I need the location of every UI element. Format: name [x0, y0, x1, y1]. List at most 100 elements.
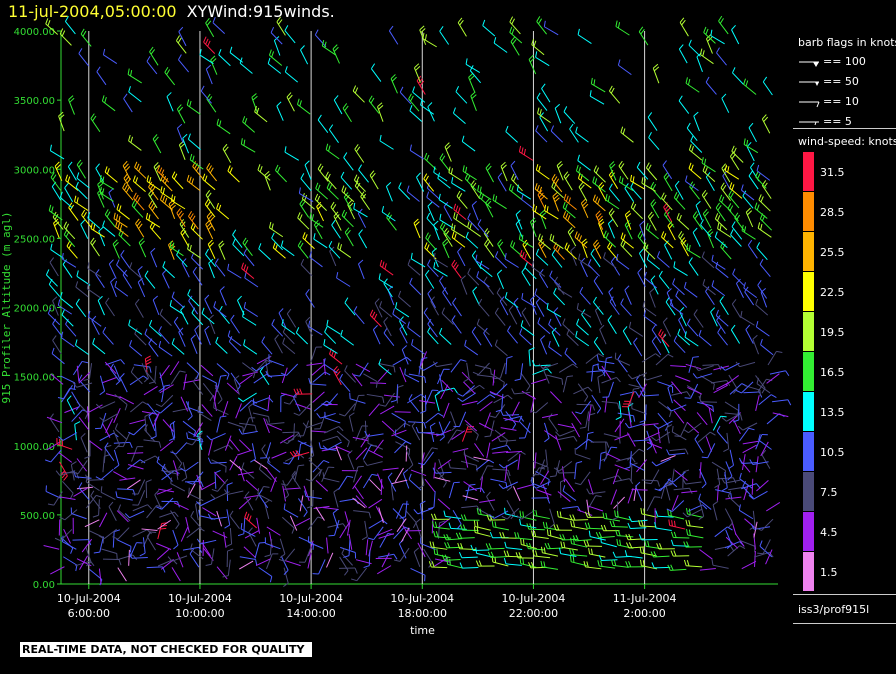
wind-barb: [657, 427, 661, 444]
wind-barb: [578, 182, 588, 202]
wind-barb: [43, 545, 60, 550]
wind-barb: [323, 358, 338, 374]
wind-barb: [354, 144, 365, 163]
wind-barb: [500, 409, 520, 416]
wind-barb: [574, 447, 591, 460]
wind-barb: [317, 114, 329, 134]
wind-barb: [687, 504, 708, 512]
wind-barb: [180, 526, 189, 542]
wind-barb: [521, 307, 531, 327]
wind-barb: [201, 481, 216, 491]
wind-barb: [226, 482, 233, 501]
y-tick-label: 4000.00: [14, 27, 55, 38]
wind-barb: [492, 194, 507, 210]
wind-barb: [673, 335, 686, 354]
wind-barb: [552, 192, 560, 212]
wind-barb: [518, 415, 531, 434]
wind-barb: [149, 319, 162, 337]
wind-barb: [636, 459, 648, 473]
wind-barb: [738, 427, 755, 442]
wind-barb: [283, 503, 299, 518]
wind-barb: [101, 376, 118, 384]
wind-barb: [419, 500, 426, 520]
wind-barb: [76, 458, 88, 472]
wind-barb: [243, 339, 258, 355]
wind-barb: [557, 283, 573, 298]
wind-barb: [102, 454, 111, 473]
wind-barb: [557, 491, 571, 502]
wind-barb: [570, 520, 588, 530]
wind-barb: [630, 201, 643, 220]
wind-barb: [540, 470, 550, 485]
wind-barb: [156, 548, 170, 561]
wind-barb: [692, 227, 701, 247]
wind-barb: [484, 239, 495, 258]
wind-barb: [479, 260, 493, 278]
wind-barb: [181, 258, 190, 278]
wind-barb: [186, 362, 200, 380]
wind-barb: [116, 510, 129, 523]
speed-value-label: 19.5: [820, 326, 845, 339]
wind-barb: [401, 345, 409, 365]
source-label: iss3/prof915l: [798, 603, 870, 616]
wind-barb: [149, 46, 159, 66]
wind-barb: [698, 329, 712, 347]
wind-barb: [591, 394, 602, 414]
wind-barb: [685, 77, 700, 93]
x-tick-time: 6:00:00: [68, 607, 110, 620]
wind-barb: [711, 461, 727, 477]
wind-barb: [370, 382, 387, 384]
wind-barb: [607, 219, 615, 239]
wind-barb: [436, 420, 451, 436]
wind-barb: [92, 337, 106, 355]
speed-value-label: 10.5: [820, 446, 845, 459]
wind-barb: [476, 318, 490, 336]
wind-barb: [398, 539, 407, 559]
wind-barb: [312, 391, 325, 403]
wind-barb: [761, 114, 771, 134]
x-tick-time: 2:00:00: [623, 607, 665, 620]
wind-barb: [80, 219, 89, 239]
wind-barb: [49, 413, 60, 433]
wind-barb: [538, 238, 547, 258]
y-tick-label: 0.00: [33, 580, 55, 591]
wind-barb: [720, 241, 732, 260]
wind-barb: [80, 28, 92, 47]
speed-legend-entry: 7.5: [798, 472, 896, 512]
wind-barb: [172, 529, 179, 550]
wind-barb: [520, 372, 531, 392]
wind-barb: [239, 400, 258, 412]
wind-barb: [98, 568, 102, 585]
x-tick-date: 10-Jul-2004: [390, 592, 454, 605]
wind-barb: [50, 243, 65, 259]
wind-barb: [556, 161, 564, 181]
wind-barb: [651, 458, 671, 467]
speed-color-swatch: [803, 192, 814, 231]
wind-barb: [463, 362, 470, 383]
wind-barb: [341, 185, 355, 203]
wind-barb: [756, 164, 771, 181]
wind-barb: [242, 371, 258, 377]
wind-barb: [90, 237, 100, 257]
wind-barb: [712, 415, 727, 431]
wind-barb: [743, 78, 757, 95]
wind-barb: [214, 471, 226, 484]
wind-barb: [540, 560, 559, 570]
wind-barb: [593, 336, 605, 356]
wind-barb: [739, 539, 756, 553]
wind-barb: [762, 76, 773, 96]
wind-barb: [206, 433, 226, 441]
wind-barb: [543, 20, 559, 36]
wind-barb: [439, 327, 452, 345]
wind-barb: [643, 242, 656, 260]
wind-barb: [645, 222, 659, 240]
wind-barb: [539, 269, 549, 289]
wind-barb: [302, 232, 315, 250]
wind-barb: [601, 376, 621, 384]
wind-barb: [614, 418, 625, 433]
wind-barb: [200, 364, 214, 377]
wind-barb: [608, 183, 620, 202]
wind-barb: [427, 288, 436, 308]
wind-barb: [437, 172, 451, 189]
wind-barb: [381, 420, 395, 433]
